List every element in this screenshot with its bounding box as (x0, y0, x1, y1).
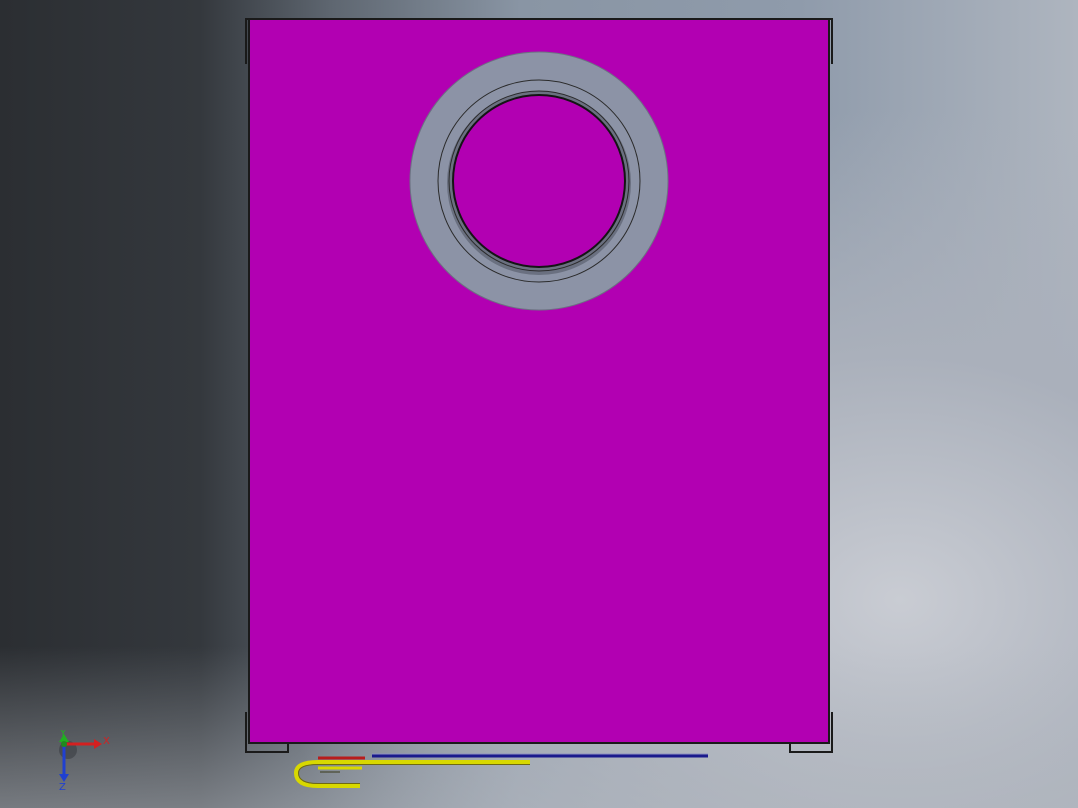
circular-opening[interactable] (452, 94, 626, 268)
orientation-triad[interactable]: X Y Z (50, 730, 120, 792)
z-axis-arrowhead (59, 774, 69, 782)
graphics-viewport[interactable]: X Y Z (0, 0, 1078, 808)
z-axis-label: Z (59, 782, 66, 792)
yellow-cable-loop (293, 760, 530, 788)
triad-origin (61, 741, 67, 747)
cad-model-view[interactable] (0, 0, 1078, 808)
x-axis-arrowhead (94, 739, 102, 749)
x-axis-label: X (103, 736, 110, 747)
y-axis-label: Y (59, 730, 67, 739)
